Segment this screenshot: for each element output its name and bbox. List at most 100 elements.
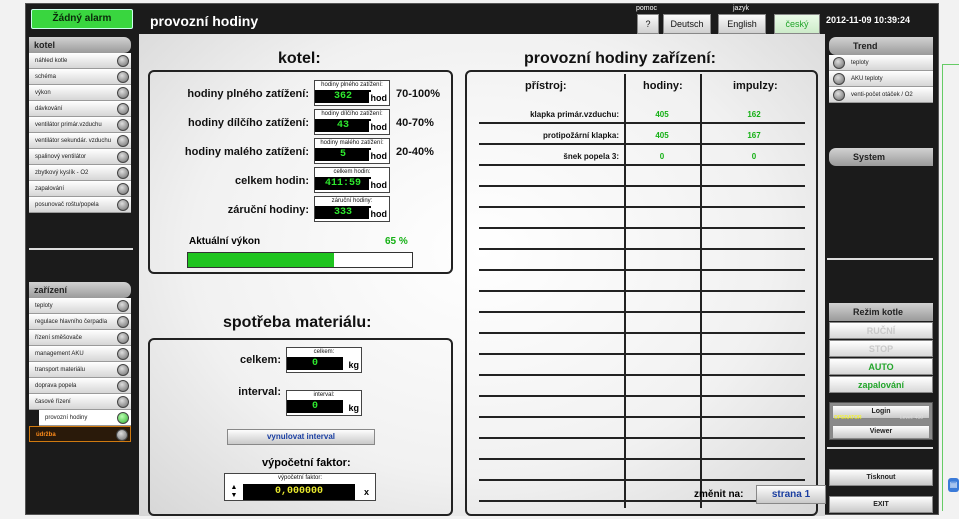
system-header[interactable]: System bbox=[829, 148, 933, 166]
divider bbox=[827, 258, 933, 260]
indicator-icon bbox=[117, 71, 129, 83]
sidebar-item[interactable]: dávkování bbox=[29, 101, 131, 117]
field-value: 0,000000 bbox=[243, 484, 355, 500]
col-pulses: impulzy: bbox=[733, 80, 778, 92]
sidebar-item[interactable]: náhled kotle bbox=[29, 53, 131, 69]
indicator-icon bbox=[117, 396, 129, 408]
kotel-row-label: záruční hodiny: bbox=[227, 204, 309, 216]
grid-hline bbox=[479, 374, 805, 376]
sidebar-item-label: výkon bbox=[35, 90, 51, 96]
trend-item[interactable]: venti-počet otáček / O2 bbox=[829, 87, 933, 103]
lang-czech-button[interactable]: český bbox=[774, 14, 820, 34]
device-name: protipožární klapka: bbox=[542, 131, 619, 140]
mode-ignition-button[interactable]: zapalování bbox=[829, 376, 933, 393]
trend-item-label: AKU teploty bbox=[851, 76, 883, 82]
sidebar-item[interactable]: ventilátor sekundár. vzduchu bbox=[29, 133, 131, 149]
sidebar-item[interactable]: posunovač roštu/popela bbox=[29, 197, 131, 213]
device-pulses: 162 bbox=[747, 110, 761, 119]
side-tab-icon[interactable]: ▤ bbox=[948, 478, 959, 492]
lang-deutsch-button[interactable]: Deutsch bbox=[663, 14, 711, 34]
sidebar-item[interactable]: schéma bbox=[29, 69, 131, 85]
trend-panel: Trend teploty AKU teploty venti-počet otáč… bbox=[829, 37, 933, 103]
grid-hline bbox=[479, 143, 805, 145]
kotel-row-range: 70-100% bbox=[396, 88, 441, 100]
viewer-button[interactable]: Viewer bbox=[832, 425, 930, 439]
sidebar-item-label: schéma bbox=[35, 74, 57, 80]
sidebar-item[interactable]: ventilátor primár.vzduchu bbox=[29, 117, 131, 133]
grid-hline bbox=[479, 290, 805, 292]
indicator-icon bbox=[117, 316, 129, 328]
sidebar-kotel: kotel náhled kotle schéma výkon dávkování ve… bbox=[29, 37, 131, 213]
field-caption: hodiny malého zatížení: bbox=[320, 140, 384, 146]
mode-header: Režim kotle bbox=[829, 303, 933, 321]
factor-stepper-icon[interactable]: ▲ ▼ bbox=[227, 484, 241, 500]
sidebar-item[interactable]: transport materiálu bbox=[29, 362, 131, 378]
sidebar-item[interactable]: provozní hodiny bbox=[39, 410, 131, 426]
sidebar-item[interactable]: doprava popela bbox=[29, 378, 131, 394]
grid-hline bbox=[479, 122, 805, 124]
sidebar-item[interactable]: údržba bbox=[29, 426, 131, 442]
sidebar-item[interactable]: regulace hlavního čerpadla bbox=[29, 314, 131, 330]
sidebar-item-label: ventilátor primár.vzduchu bbox=[35, 122, 102, 128]
print-button[interactable]: Tisknout bbox=[829, 469, 933, 486]
kotel-row-field: hodiny dílčího zatížení: 43 hod bbox=[314, 109, 390, 135]
power-label: Aktuální výkon bbox=[189, 236, 261, 247]
sidebar-item[interactable]: časové řízení bbox=[29, 394, 131, 410]
lang-english-button[interactable]: English bbox=[718, 14, 766, 34]
indicator-icon bbox=[117, 87, 129, 99]
sidebar-item-label: řízení směšovače bbox=[35, 335, 83, 341]
sidebar-item[interactable]: řízení směšovače bbox=[29, 330, 131, 346]
grid-hline bbox=[479, 416, 805, 418]
grid-hline bbox=[479, 269, 805, 271]
alarm-button[interactable]: Žádný alarm bbox=[31, 9, 133, 29]
kotel-row-field: celkem hodin: 411:59 hod bbox=[314, 167, 390, 193]
sidebar-item-label: spalinový ventilátor bbox=[35, 154, 87, 160]
sidebar-item-label: transport materiálu bbox=[35, 367, 86, 373]
reset-interval-button[interactable]: vynulovat interval bbox=[227, 429, 375, 445]
sidebar-item-label: náhled kotle bbox=[35, 58, 68, 64]
sidebar-item[interactable]: zbytkový kyslík - O2 bbox=[29, 165, 131, 181]
grid-hline bbox=[479, 248, 805, 250]
field-unit: kg bbox=[346, 402, 361, 415]
trend-item[interactable]: teploty bbox=[829, 55, 933, 71]
indicator-icon bbox=[117, 199, 129, 211]
device-hours: 405 bbox=[655, 131, 669, 140]
mode-manual-button[interactable]: RUČNÍ bbox=[829, 322, 933, 339]
factor-title: výpočetní faktor: bbox=[262, 457, 351, 469]
help-label: pomoc bbox=[636, 5, 658, 12]
main-content: kotel: Aktuální výkon 65 % spotřeba mate… bbox=[139, 34, 826, 516]
factor-field[interactable]: výpočetní faktor: ▲ ▼ 0,000000 x bbox=[224, 473, 376, 501]
trend-item-label: venti-počet otáček / O2 bbox=[851, 92, 913, 98]
divider bbox=[29, 248, 133, 250]
help-button[interactable]: ? bbox=[637, 14, 659, 34]
exit-button[interactable]: EXIT bbox=[829, 496, 933, 513]
sidebar-item[interactable]: management AKU bbox=[29, 346, 131, 362]
sidebar-item-label: provozní hodiny bbox=[45, 415, 88, 421]
kotel-row-field: hodiny malého zatížení: 5 hod bbox=[314, 138, 390, 164]
grid-hline bbox=[479, 353, 805, 355]
device-hours: 0 bbox=[659, 152, 665, 161]
sidebar-item[interactable]: zapalování bbox=[29, 181, 131, 197]
mode-auto-button[interactable]: AUTO bbox=[829, 358, 933, 375]
sidebar-item-label: časové řízení bbox=[35, 399, 71, 405]
sidebar-item[interactable]: výkon bbox=[29, 85, 131, 101]
field-value: 411:59 bbox=[315, 177, 371, 190]
indicator-icon bbox=[117, 412, 129, 424]
trend-item-label: teploty bbox=[851, 60, 869, 66]
page-button[interactable]: strana 1 bbox=[756, 485, 826, 504]
kotel-row-label: hodiny malého zatížení: bbox=[184, 146, 309, 158]
field-unit: hod bbox=[368, 121, 389, 134]
sidebar-item[interactable]: teploty bbox=[29, 298, 131, 314]
sidebar-item-label: zapalování bbox=[35, 186, 65, 192]
factor-clear-button[interactable]: x bbox=[358, 484, 375, 500]
indicator-icon bbox=[117, 364, 129, 376]
field-unit: hod bbox=[368, 150, 389, 163]
indicator-icon bbox=[117, 135, 129, 147]
trend-header: Trend bbox=[829, 37, 933, 55]
indicator-icon bbox=[116, 429, 128, 441]
sidebar-zarizeni-header: zařízení bbox=[29, 282, 131, 298]
material-title: spotřeba materiálu: bbox=[223, 314, 372, 331]
mode-stop-button[interactable]: STOP bbox=[829, 340, 933, 357]
trend-item[interactable]: AKU teploty bbox=[829, 71, 933, 87]
sidebar-item[interactable]: spalinový ventilátor bbox=[29, 149, 131, 165]
